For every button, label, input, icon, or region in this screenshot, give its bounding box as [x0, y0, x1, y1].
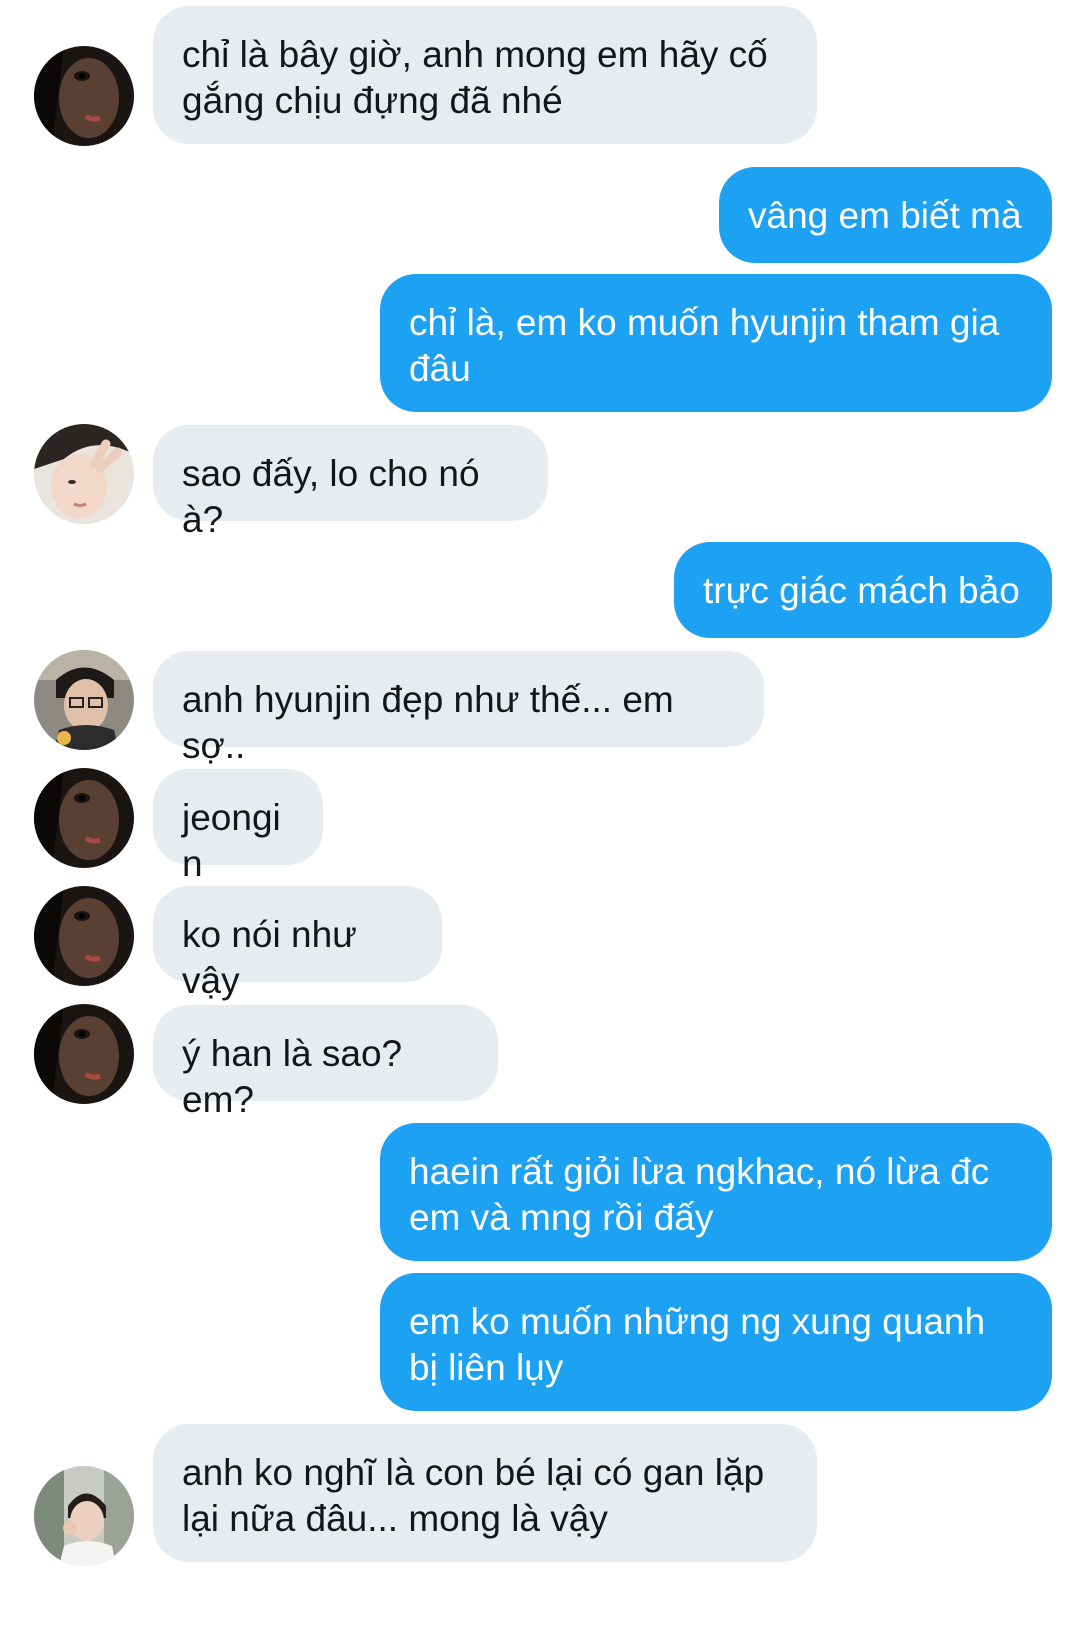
- message-text: em ko muốn những ng xung quanh bị liên l…: [409, 1301, 986, 1388]
- message-text: ý han là sao? em?: [182, 1033, 403, 1120]
- avatar-peace-sign[interactable]: [34, 424, 134, 524]
- avatar-image: [34, 1004, 134, 1104]
- message-bubble-outgoing[interactable]: trực giác mách bảo: [674, 542, 1052, 638]
- message-text: sao đấy, lo cho nó à?: [182, 453, 480, 540]
- message-text: anh ko nghĩ là con bé lại có gan lặp lại…: [182, 1452, 765, 1539]
- message-text: chỉ là bây giờ, anh mong em hãy cố gắng …: [182, 34, 768, 121]
- chat-thread: chỉ là bây giờ, anh mong em hãy cố gắng …: [0, 0, 1080, 1641]
- message-bubble-incoming[interactable]: jeongin: [153, 769, 323, 884]
- message-text: haein rất giỏi lừa ngkhac, nó lừa đc em …: [409, 1151, 990, 1238]
- message-bubble-incoming[interactable]: anh hyunjin đẹp như thế... em sợ..: [153, 651, 764, 766]
- message-bubble-outgoing[interactable]: em ko muốn những ng xung quanh bị liên l…: [380, 1273, 1052, 1411]
- avatar-image: [34, 424, 134, 524]
- message-bubble-incoming[interactable]: ko nói như vậy: [153, 886, 442, 1001]
- message-bubble-outgoing[interactable]: haein rất giỏi lừa ngkhac, nó lừa đc em …: [380, 1123, 1052, 1261]
- avatar-image: [34, 1466, 134, 1566]
- message-bubble-outgoing[interactable]: vâng em biết mà: [719, 167, 1052, 263]
- message-bubble-outgoing[interactable]: chỉ là, em ko muốn hyunjin tham gia đâu: [380, 274, 1052, 412]
- message-bubble-incoming[interactable]: anh ko nghĩ là con bé lại có gan lặp lại…: [153, 1424, 817, 1562]
- avatar-dark-closeup[interactable]: [34, 1004, 134, 1104]
- avatar-image: [34, 650, 134, 750]
- avatar-dark-closeup[interactable]: [34, 46, 134, 146]
- message-text: trực giác mách bảo: [703, 570, 1020, 611]
- avatar-dark-closeup[interactable]: [34, 768, 134, 868]
- avatar-image: [34, 46, 134, 146]
- avatar-glasses[interactable]: [34, 650, 134, 750]
- message-text: chỉ là, em ko muốn hyunjin tham gia đâu: [409, 302, 1000, 389]
- message-text: vâng em biết mà: [748, 195, 1022, 236]
- avatar-image: [34, 886, 134, 986]
- message-text: ko nói như vậy: [182, 914, 357, 1001]
- avatar-window-portrait[interactable]: [34, 1466, 134, 1566]
- message-bubble-incoming[interactable]: sao đấy, lo cho nó à?: [153, 425, 548, 540]
- message-bubble-incoming[interactable]: ý han là sao? em?: [153, 1005, 498, 1120]
- message-text: jeongin: [182, 797, 281, 884]
- avatar-dark-closeup[interactable]: [34, 886, 134, 986]
- message-text: anh hyunjin đẹp như thế... em sợ..: [182, 679, 674, 766]
- message-bubble-incoming[interactable]: chỉ là bây giờ, anh mong em hãy cố gắng …: [153, 6, 817, 144]
- avatar-image: [34, 768, 134, 868]
